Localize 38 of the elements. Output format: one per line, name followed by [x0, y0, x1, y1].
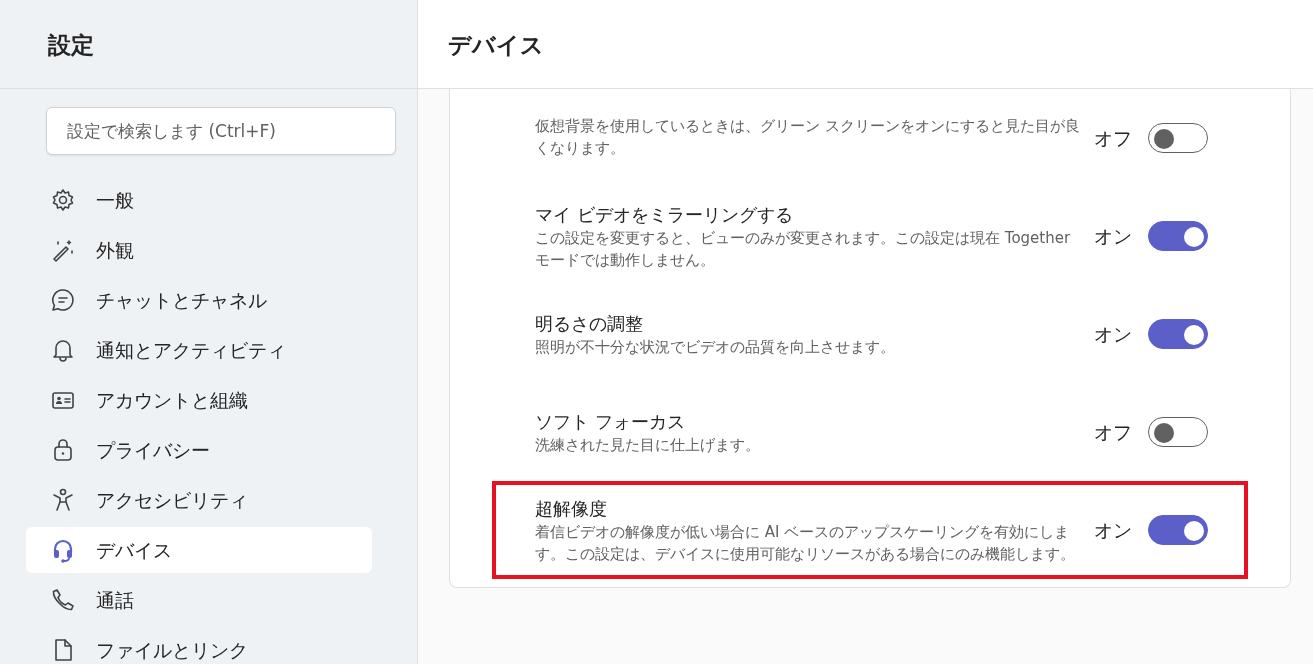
- sidebar-item[interactable]: アカウントと組織: [26, 377, 372, 423]
- phone-icon: [50, 587, 76, 613]
- toggle-state-label: オン: [1094, 517, 1132, 543]
- sidebar-item[interactable]: 外観: [26, 227, 372, 273]
- setting-description: 照明が不十分な状況でビデオの品質を向上させます。: [535, 336, 896, 358]
- toggle-switch[interactable]: [1148, 515, 1208, 545]
- toggle-state-label: オン: [1094, 223, 1132, 249]
- sidebar-item[interactable]: 一般: [26, 177, 372, 223]
- toggle-switch[interactable]: [1148, 417, 1208, 447]
- sidebar-item[interactable]: プライバシー: [26, 427, 372, 473]
- sidebar-item[interactable]: デバイス: [26, 527, 372, 573]
- bell-icon: [50, 337, 76, 363]
- setting-title: マイ ビデオをミラーリングする: [535, 202, 794, 227]
- sidebar-item[interactable]: チャットとチャネル: [26, 277, 372, 323]
- sidebar-item[interactable]: 通知とアクティビティ: [26, 327, 372, 373]
- toggle-switch[interactable]: [1148, 319, 1208, 349]
- accessibility-icon: [50, 487, 76, 513]
- toggle-state-label: オフ: [1094, 419, 1132, 445]
- toggle-state-label: オフ: [1094, 125, 1132, 151]
- setting-title: 明るさの調整: [535, 311, 644, 336]
- sidebar-title: 設定: [48, 32, 95, 60]
- setting-description: この設定を変更すると、ビューのみが変更されます。この設定は現在 Together モードでは動作しません。: [535, 227, 1072, 271]
- wand-icon: [50, 237, 76, 263]
- setting-title: 超解像度: [535, 496, 608, 521]
- setting-description: 洗練された見た目に仕上げます。: [535, 434, 761, 456]
- setting-description: 着信ビデオの解像度が低い場合に AI ベースのアップスケーリングを有効にします。この設定は、デバイスに使用可能なリソースがある場合にのみ機能します。: [535, 521, 1076, 565]
- gear-icon: [50, 187, 76, 213]
- toggle-state-label: オン: [1094, 321, 1132, 347]
- sidebar-item[interactable]: ファイルとリンク: [26, 627, 372, 664]
- setting-description: 仮想背景を使用しているときは、グリーン スクリーンをオンにすると見た目が良くなります。: [535, 116, 1080, 159]
- toggle-switch[interactable]: [1148, 221, 1208, 251]
- sidebar-item[interactable]: 通話: [26, 577, 372, 623]
- page-title: デバイス: [448, 32, 545, 60]
- setting-title: ソフト フォーカス: [535, 409, 686, 434]
- search-field[interactable]: 設定で検索します (Ctrl+F): [46, 107, 396, 155]
- toggle-switch[interactable]: [1148, 123, 1208, 153]
- chat-icon: [50, 287, 76, 313]
- sidebar-item[interactable]: アクセシビリティ: [26, 477, 372, 523]
